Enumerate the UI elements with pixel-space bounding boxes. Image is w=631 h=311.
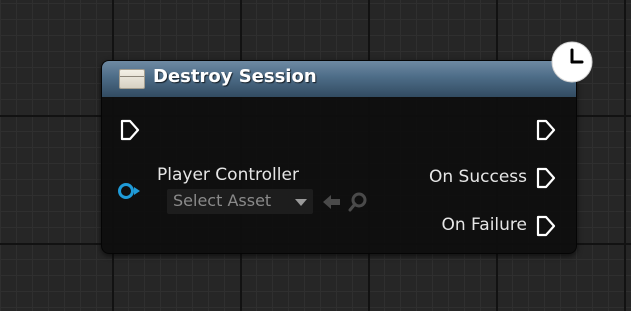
on-failure-pin-icon[interactable] — [535, 215, 557, 237]
function-icon — [119, 69, 145, 89]
player-controller-label: Player Controller — [157, 165, 299, 185]
select-asset-dropdown[interactable]: Select Asset — [167, 189, 313, 214]
node-header[interactable]: Destroy Session — [102, 61, 576, 97]
use-selected-arrow-icon[interactable] — [322, 193, 342, 211]
chevron-down-icon — [295, 199, 307, 206]
node-title: Destroy Session — [153, 66, 317, 87]
on-success-label: On Success — [429, 167, 527, 187]
on-success-pin-icon[interactable] — [535, 167, 557, 189]
clock-icon — [551, 41, 593, 83]
exec-in-pin-icon[interactable] — [119, 119, 141, 141]
browse-search-icon[interactable] — [347, 191, 369, 213]
on-failure-label: On Failure — [441, 215, 528, 235]
player-controller-pin-icon[interactable] — [117, 181, 143, 201]
select-asset-label: Select Asset — [173, 191, 272, 210]
exec-out-pin-icon[interactable] — [535, 119, 557, 141]
